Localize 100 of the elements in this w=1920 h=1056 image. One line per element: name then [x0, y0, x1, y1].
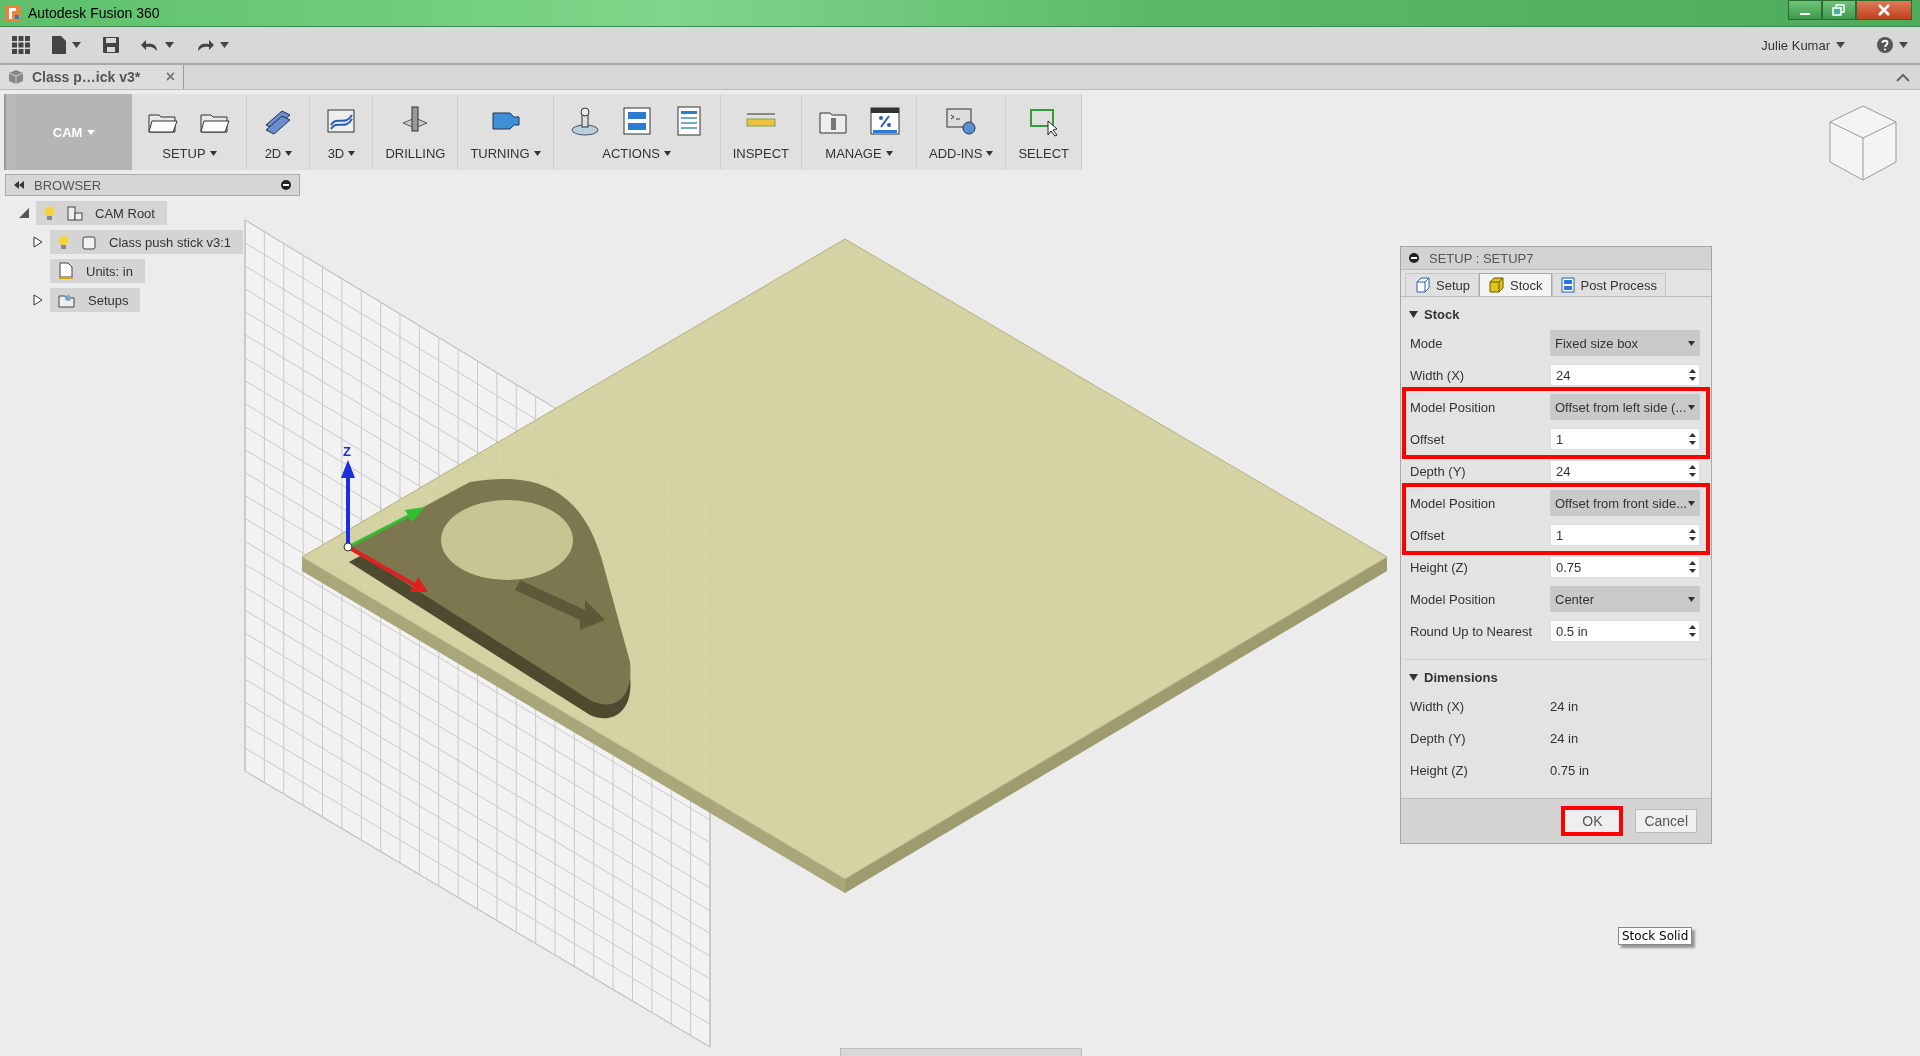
dropdown[interactable]: Offset from left side (...: [1550, 394, 1700, 420]
field-label: Width (X): [1410, 367, 1466, 383]
browser-node[interactable]: Units: in: [50, 259, 145, 283]
caret-icon: [220, 42, 229, 48]
number-input[interactable]: 1: [1550, 524, 1700, 546]
field-label: Offset: [1410, 431, 1446, 447]
undo-button[interactable]: [141, 38, 174, 52]
caret-icon: [1688, 596, 1695, 602]
toolbar-group-menu[interactable]: ACTIONS: [598, 144, 675, 163]
cube-icon: [81, 234, 97, 250]
dropdown[interactable]: Fixed size box: [1550, 330, 1700, 356]
number-input[interactable]: 0.75: [1550, 556, 1700, 578]
toolbar-group-menu[interactable]: INSPECT: [728, 144, 793, 163]
close-button[interactable]: [1856, 0, 1912, 20]
user-menu-button[interactable]: Julie Kumar: [1761, 37, 1845, 53]
redo-button[interactable]: [196, 38, 229, 52]
redo-icon: [196, 38, 214, 52]
browser-title: BROWSER: [34, 177, 102, 193]
dialog-tab[interactable]: Stock: [1479, 273, 1552, 296]
undo-icon: [141, 38, 159, 52]
dropdown[interactable]: Offset from front side...: [1550, 490, 1700, 516]
tooltip: Stock Solid: [1618, 927, 1693, 945]
file-menu-button[interactable]: [52, 36, 81, 54]
field-label: Height (Z): [1410, 762, 1469, 778]
save-button[interactable]: [103, 37, 119, 53]
caret-icon: [1688, 404, 1695, 410]
field-value: 24 in: [1550, 698, 1579, 714]
spinner-arrows-icon[interactable]: [1689, 560, 1696, 574]
field-label: Depth (Y): [1410, 730, 1467, 746]
dropdown[interactable]: Center: [1550, 586, 1700, 612]
dialog-button[interactable]: Cancel: [1635, 809, 1697, 833]
spinner-arrows-icon[interactable]: [1689, 528, 1696, 542]
minimize-button[interactable]: [1788, 0, 1822, 20]
number-input[interactable]: 1: [1550, 428, 1700, 450]
field-value: 24 in: [1550, 730, 1579, 746]
restore-button[interactable]: [1822, 0, 1856, 20]
window-title: Autodesk Fusion 360: [28, 5, 160, 21]
field-label: Width (X): [1410, 698, 1466, 714]
toolbar-group-menu[interactable]: MANAGE: [821, 144, 897, 163]
caret-icon: [1899, 42, 1908, 48]
caret-icon: [1688, 340, 1695, 346]
app-logo-icon: [4, 4, 22, 22]
caret-icon: [165, 42, 174, 48]
field-label: Model Position: [1410, 495, 1497, 511]
script-icon: [945, 105, 978, 137]
cube-icon: [8, 69, 24, 85]
spinner-arrows-icon[interactable]: [1689, 432, 1696, 446]
grid-icon: [12, 36, 30, 54]
field-label: Round Up to Nearest: [1410, 623, 1534, 639]
restore-icon: [1832, 4, 1846, 16]
collapsed-triangle-icon[interactable]: [33, 236, 43, 248]
caret-icon: [87, 129, 96, 135]
dialog-tab[interactable]: Post Process: [1551, 273, 1667, 296]
toolbar-group-menu[interactable]: ADD-INS: [924, 144, 998, 163]
close-icon: [1877, 4, 1891, 16]
browser-node[interactable]: Setups: [50, 288, 141, 312]
section-header[interactable]: Dimensions: [1405, 664, 1707, 690]
spinner-arrows-icon[interactable]: [1689, 624, 1696, 638]
dialog-title: SETUP : SETUP7: [1429, 250, 1534, 266]
toolbar-grip[interactable]: [4, 94, 16, 170]
components-icon: [67, 205, 83, 221]
collapse-panel-icon[interactable]: [14, 181, 24, 189]
probe-icon: [568, 105, 601, 137]
expanded-triangle-icon[interactable]: [19, 207, 29, 219]
percent-icon: [868, 105, 901, 137]
browser-node[interactable]: CAM Root: [36, 201, 167, 225]
number-input[interactable]: 0.5 in: [1550, 620, 1700, 642]
cube-icon: [1488, 277, 1504, 293]
caret-icon: [1836, 42, 1845, 48]
apps-grid-button[interactable]: [12, 36, 30, 54]
axis-label: Z: [343, 444, 351, 459]
spinner-arrows-icon[interactable]: [1689, 464, 1696, 478]
field-label: Height (Z): [1410, 559, 1469, 575]
field-value: 0.75 in: [1550, 762, 1590, 778]
caret-icon: [72, 42, 81, 48]
field-label: Model Position: [1410, 591, 1497, 607]
number-input[interactable]: 24: [1550, 364, 1700, 386]
document-icon: [52, 36, 66, 54]
toolbar-group-menu[interactable]: TURNING: [466, 144, 545, 163]
section-header[interactable]: Stock: [1405, 301, 1707, 327]
document-tab[interactable]: Class p…ick v3* ×: [0, 65, 184, 89]
toolbar-group-menu[interactable]: 2D: [260, 144, 297, 163]
toolbar-group-menu[interactable]: SELECT: [1014, 144, 1073, 163]
document-title: Class p…ick v3*: [32, 69, 142, 85]
field-label: Model Position: [1410, 399, 1497, 415]
help-menu-button[interactable]: [1877, 37, 1908, 53]
toolbar-group-menu[interactable]: DRILLING: [381, 144, 450, 163]
help-icon: [1877, 37, 1893, 53]
collapsed-triangle-icon[interactable]: [33, 294, 43, 306]
chevron-up-icon[interactable]: [1896, 72, 1910, 82]
field-label: Depth (Y): [1410, 463, 1467, 479]
minus-circle-icon[interactable]: [281, 180, 291, 190]
dialog-tab[interactable]: Setup: [1405, 273, 1479, 296]
minus-circle-icon[interactable]: [1409, 253, 1419, 263]
dialog-button[interactable]: OK: [1561, 806, 1624, 836]
browser-node[interactable]: Class push stick v3:1: [50, 230, 244, 254]
toolbar-group-menu[interactable]: 3D: [323, 144, 360, 163]
spinner-arrows-icon[interactable]: [1689, 368, 1696, 382]
number-input[interactable]: 24: [1550, 460, 1700, 482]
toolbar-group-menu[interactable]: SETUP: [158, 144, 221, 163]
